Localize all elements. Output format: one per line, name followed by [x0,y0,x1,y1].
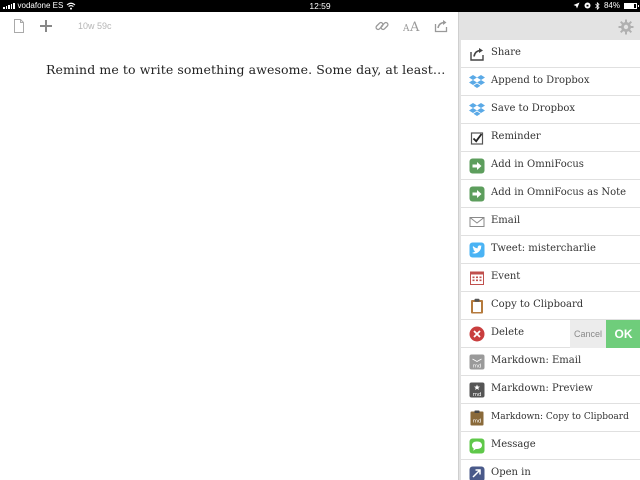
action-label: Copy to Clipboard [491,299,584,310]
action-add-omnifocus-note[interactable]: Add in OmniFocus as Note [461,180,640,208]
action-md-email[interactable]: md Markdown: Email [461,348,640,376]
action-append-dropbox[interactable]: Append to Dropbox [461,68,640,96]
document-icon[interactable] [11,18,27,34]
action-list: Share Append to Dropbox Save to Dropbox … [461,40,640,480]
checkbox-icon [470,132,484,145]
battery-fill [625,3,635,8]
action-label: Markdown: Email [491,355,582,366]
status-right: 84% [573,1,639,10]
share-panel: Share Append to Dropbox Save to Dropbox … [458,12,640,480]
action-label: Email [491,215,521,226]
lock-rotation-icon [584,2,591,9]
action-tweet[interactable]: Tweet: mistercharlie [461,236,640,264]
note-text[interactable]: Remind me to write something awesome. So… [46,62,446,77]
action-label: Delete [491,327,524,338]
dropbox-icon [469,103,485,116]
action-label: Markdown: Copy to Clipboard [491,412,629,422]
battery-icon [624,2,639,9]
action-md-copy[interactable]: md Markdown: Copy to Clipboard [461,404,640,432]
open-in-icon [469,466,485,480]
action-label: Add in OmniFocus [491,159,584,170]
action-label: Open in [491,467,531,478]
svg-text:A: A [409,20,420,34]
action-label: Reminder [491,131,541,142]
delete-ok-button[interactable]: OK [606,320,640,348]
action-copy-clipboard[interactable]: Copy to Clipboard [461,292,640,320]
action-label: Message [491,439,536,450]
markdown-preview-icon: md [469,382,485,398]
action-event[interactable]: Event [461,264,640,292]
share-icon [470,48,484,61]
font-size-icon[interactable]: A A [403,18,421,34]
action-label: Share [491,47,521,58]
action-label: Markdown: Preview [491,383,593,394]
action-label: Save to Dropbox [491,103,576,114]
action-md-preview[interactable]: md Markdown: Preview [461,376,640,404]
word-count: 10w 59c [78,21,112,31]
omnifocus-icon [469,186,485,202]
new-note-icon[interactable] [38,18,54,34]
svg-text:md: md [473,419,482,425]
svg-text:md: md [473,392,482,398]
action-share[interactable]: Share [461,40,640,68]
action-message[interactable]: Message [461,432,640,460]
link-icon[interactable] [374,18,390,34]
action-label: Add in OmniFocus as Note [491,187,627,198]
share-icon[interactable] [433,18,449,34]
twitter-icon [469,242,485,258]
action-label: Tweet: mistercharlie [491,243,596,254]
action-label: Event [491,271,521,282]
dropbox-icon [469,75,485,88]
action-label: Append to Dropbox [491,75,590,86]
status-time: 12:59 [309,1,331,11]
status-bar: vodafone ES 12:59 84% [0,0,640,12]
action-save-dropbox[interactable]: Save to Dropbox [461,96,640,124]
markdown-email-icon: md [469,354,485,370]
calendar-icon [470,271,484,285]
action-delete[interactable]: Delete Cancel OK [461,320,640,348]
editor-toolbar: 10w 59c A A [0,12,458,42]
omnifocus-icon [469,158,485,174]
gear-icon[interactable] [618,19,634,35]
message-icon [469,438,485,454]
clipboard-icon [471,298,483,314]
svg-text:A: A [403,24,410,34]
markdown-clipboard-icon: md [470,410,484,426]
bluetooth-icon [595,1,600,10]
action-add-omnifocus[interactable]: Add in OmniFocus [461,152,640,180]
action-reminder[interactable]: Reminder [461,124,640,152]
editor-pane: 10w 59c A A Remind me to write something… [0,12,458,480]
action-email[interactable]: Email [461,208,640,236]
battery-percent: 84% [603,1,620,10]
mail-icon [469,217,485,227]
svg-text:md: md [473,364,482,370]
action-open-in[interactable]: Open in [461,460,640,480]
delete-icon [469,326,485,342]
location-icon [573,2,580,9]
delete-cancel-button[interactable]: Cancel [570,320,606,348]
